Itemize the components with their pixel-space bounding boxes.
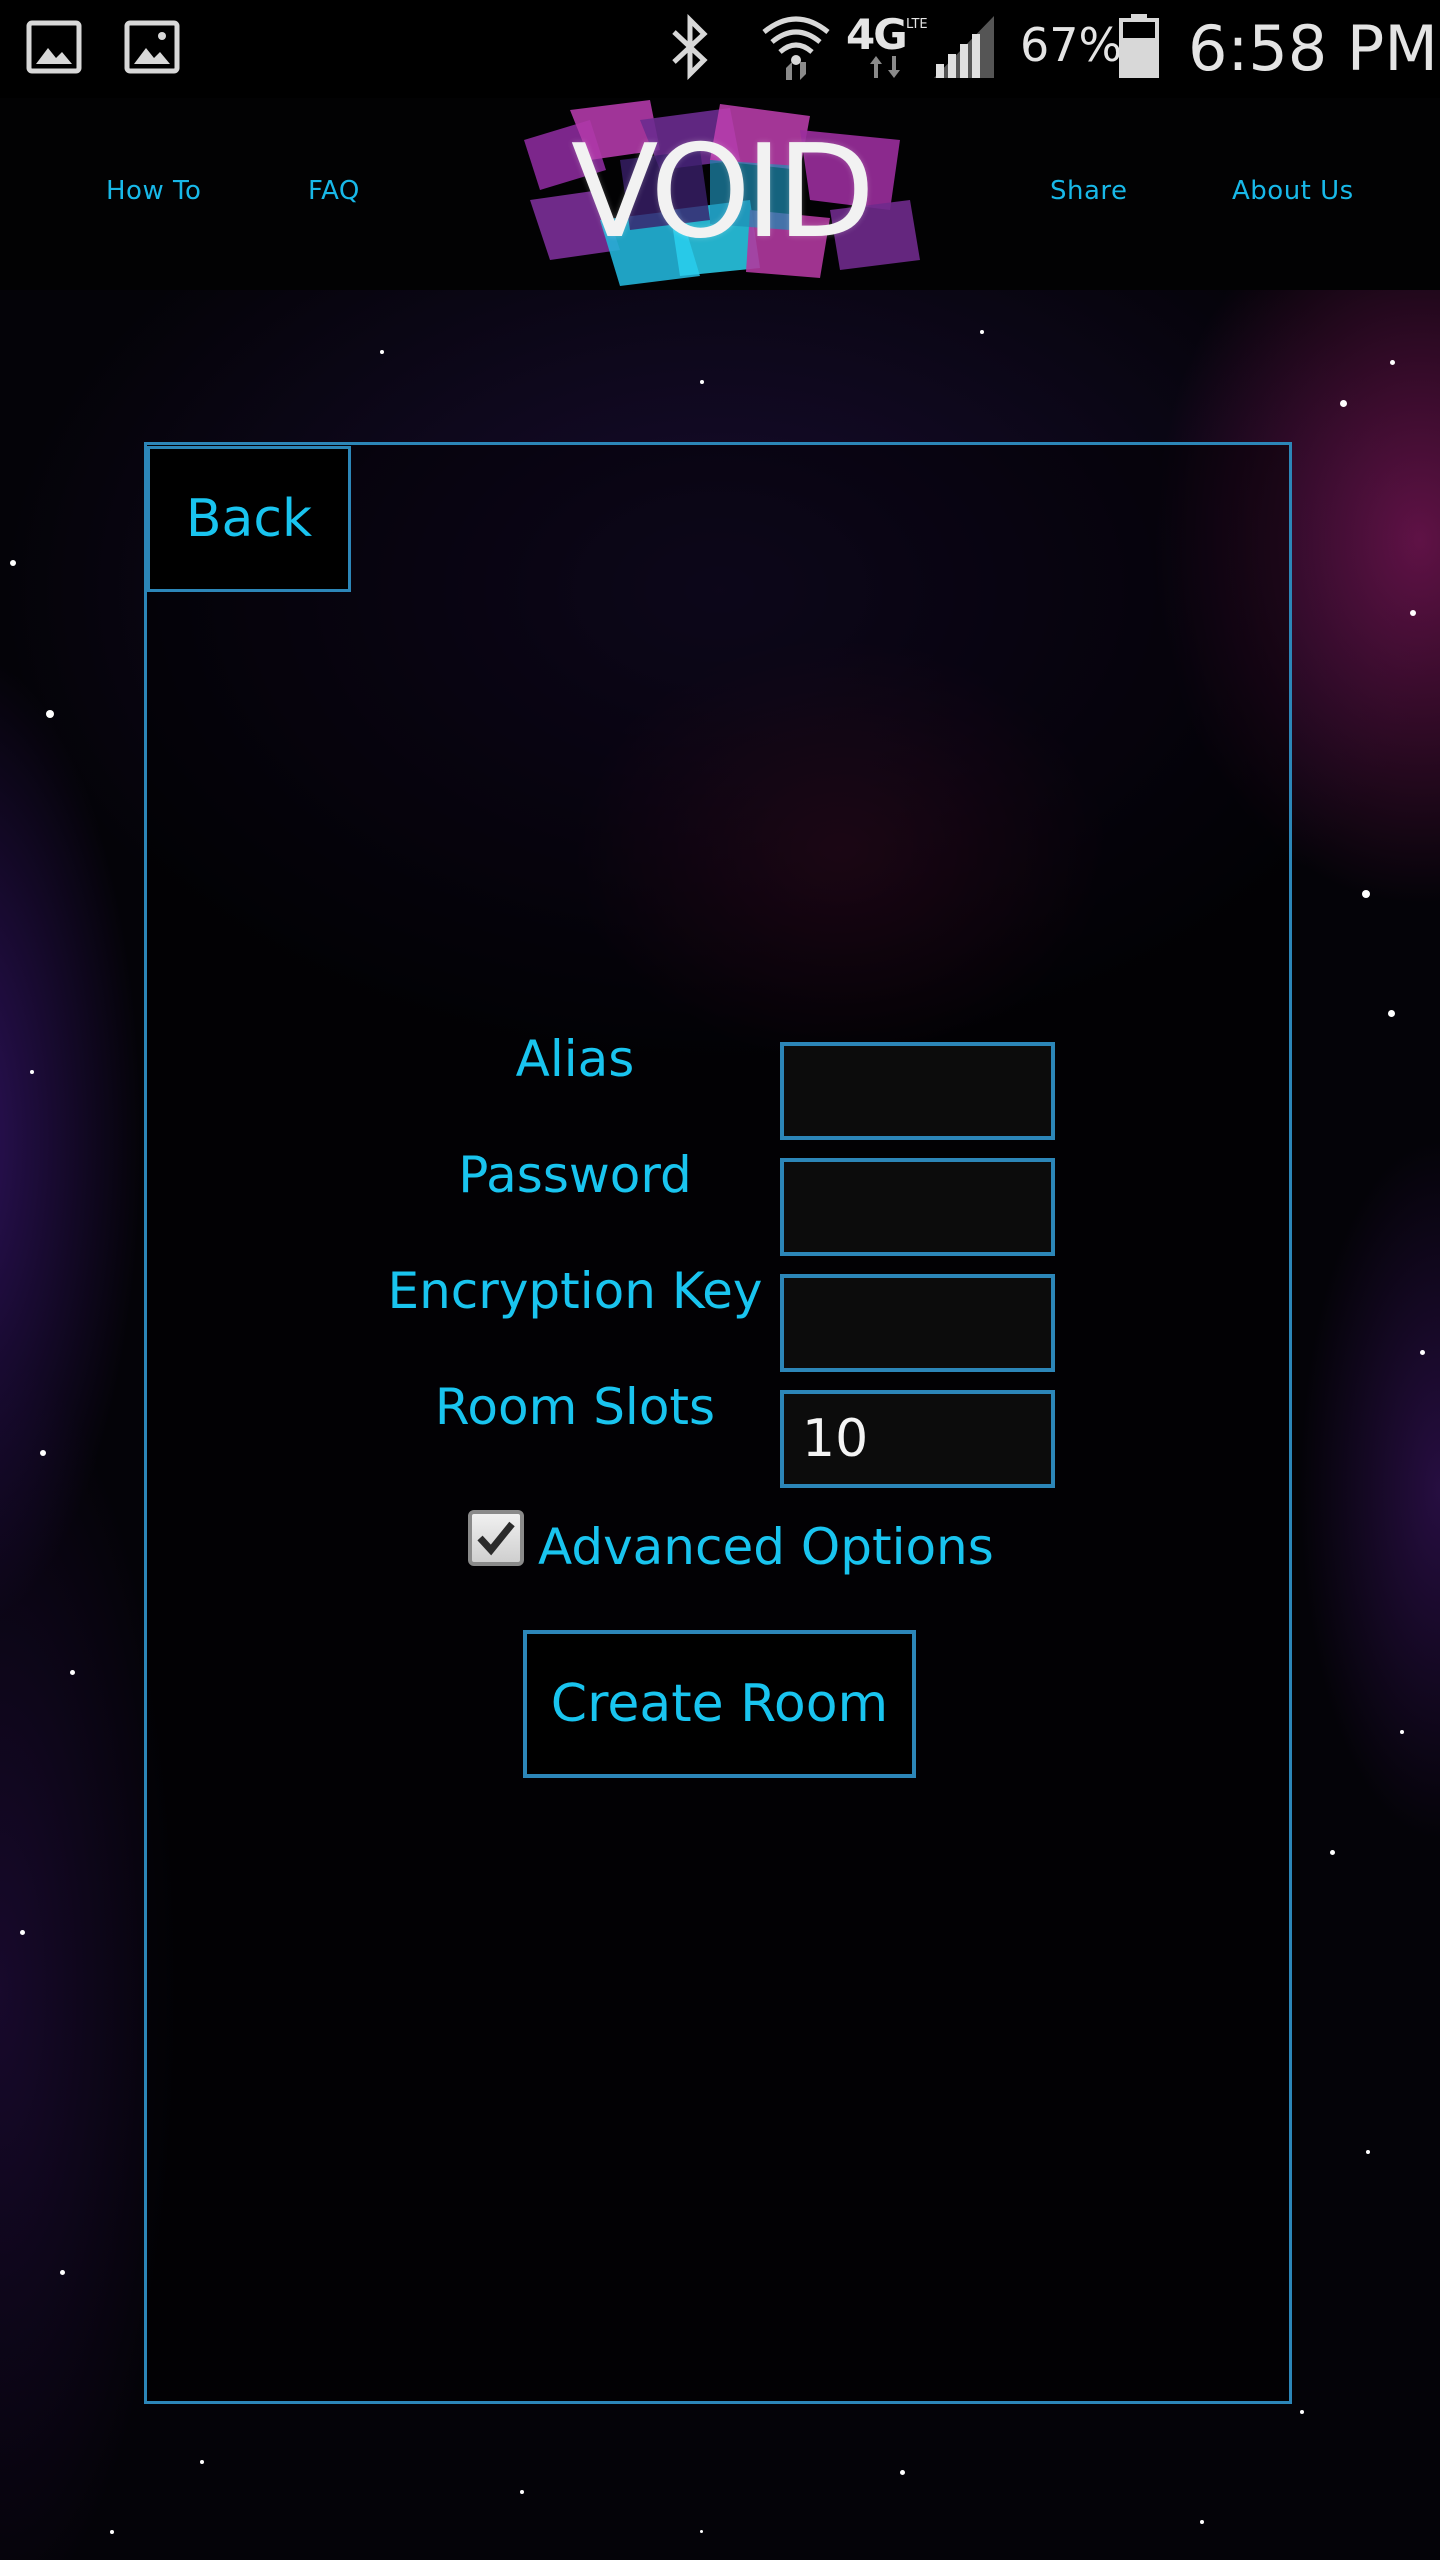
nav-share[interactable]: Share bbox=[1050, 176, 1128, 206]
void-logo[interactable]: VOID bbox=[510, 100, 930, 290]
checkmark-icon bbox=[477, 1521, 515, 1556]
nav-how-to[interactable]: How To bbox=[106, 176, 201, 206]
alias-label: Alias bbox=[515, 1030, 635, 1088]
advanced-options-label[interactable]: Advanced Options bbox=[538, 1518, 994, 1576]
password-field[interactable] bbox=[780, 1158, 1055, 1256]
back-button[interactable]: Back bbox=[147, 446, 351, 592]
data-arrows-icon bbox=[870, 56, 900, 78]
status-bar: 4G LTE 67% 6:58 PM bbox=[0, 0, 1440, 98]
signal-icon bbox=[934, 16, 994, 78]
room-slots-label: Room Slots bbox=[434, 1378, 716, 1436]
alias-field[interactable] bbox=[780, 1042, 1055, 1140]
nav-about-us[interactable]: About Us bbox=[1232, 176, 1354, 206]
nav-faq[interactable]: FAQ bbox=[308, 176, 360, 206]
room-slots-field[interactable] bbox=[780, 1390, 1055, 1488]
advanced-options-checkbox[interactable] bbox=[468, 1510, 524, 1566]
wifi-icon bbox=[762, 16, 830, 80]
encryption-key-field[interactable] bbox=[780, 1274, 1055, 1372]
gallery-icon bbox=[26, 20, 82, 74]
network-sub: LTE bbox=[906, 17, 928, 32]
bluetooth-icon bbox=[672, 14, 708, 80]
battery-icon bbox=[1119, 14, 1159, 78]
gallery-icon bbox=[124, 20, 180, 74]
encryption-key-label: Encryption Key bbox=[387, 1262, 763, 1320]
create-room-button[interactable]: Create Room bbox=[523, 1630, 916, 1778]
logo-text: VOID bbox=[570, 118, 875, 267]
battery-percent: 67% bbox=[1020, 18, 1123, 72]
clock: 6:58 PM bbox=[1188, 12, 1438, 85]
password-label: Password bbox=[458, 1146, 692, 1204]
network-type: 4G bbox=[846, 10, 908, 59]
